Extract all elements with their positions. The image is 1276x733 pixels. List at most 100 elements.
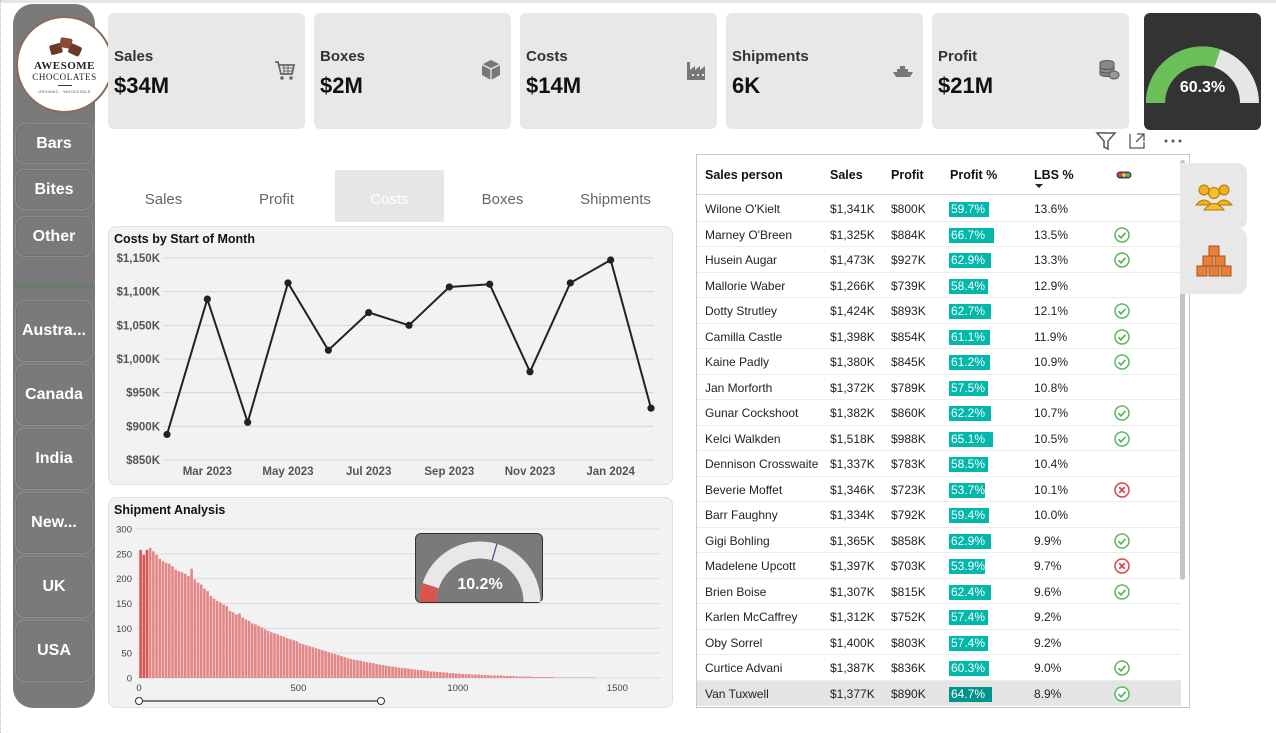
histogram-bar[interactable] (142, 554, 146, 678)
histogram-bar[interactable] (263, 629, 267, 678)
histogram-bar[interactable] (493, 675, 496, 678)
histogram-bar[interactable] (550, 677, 554, 678)
histogram-bar[interactable] (209, 596, 213, 678)
histogram-bar[interactable] (435, 672, 439, 678)
histogram-bar[interactable] (215, 601, 219, 678)
histogram-bar[interactable] (416, 670, 420, 678)
histogram-bar[interactable] (448, 673, 452, 678)
histogram-bar[interactable] (413, 669, 417, 678)
col-header-profit-pct[interactable]: Profit % (950, 168, 997, 182)
table-row[interactable]: Brien Boise $1,307K $815K 9.6% 62.4% (697, 579, 1181, 604)
histogram-bar[interactable] (403, 668, 407, 678)
histogram-bar[interactable] (199, 584, 203, 678)
boxes-view-button[interactable] (1180, 228, 1247, 294)
tab-shipments[interactable]: Shipments (561, 170, 670, 222)
histogram-bar[interactable] (432, 671, 436, 678)
histogram-bar[interactable] (219, 602, 222, 678)
histogram-bar[interactable] (451, 673, 455, 678)
histogram-bar[interactable] (168, 563, 171, 678)
tab-sales[interactable]: Sales (109, 170, 218, 222)
histogram-bar[interactable] (250, 623, 254, 678)
histogram-bar[interactable] (496, 675, 500, 678)
histogram-bar[interactable] (423, 670, 426, 678)
histogram-bar[interactable] (506, 676, 509, 678)
histogram-bar[interactable] (480, 675, 484, 678)
histogram-bar[interactable] (193, 579, 197, 678)
histogram-bar[interactable] (148, 547, 152, 678)
table-row[interactable]: Wilone O'Kielt $1,341K $800K 13.6% 59.7% (697, 196, 1181, 222)
histogram-bar[interactable] (311, 647, 315, 678)
histogram-bar[interactable] (362, 661, 366, 678)
histogram-bar[interactable] (464, 674, 468, 678)
country-usa-button[interactable]: USA (15, 620, 93, 682)
table-row[interactable]: Husein Augar $1,473K $927K 13.3% 62.9% (697, 247, 1181, 273)
table-row[interactable]: Jan Morforth $1,372K $789K 10.8% 57.5% (697, 375, 1181, 400)
table-row[interactable]: Madelene Upcott $1,397K $703K 9.7% 53.9% (697, 553, 1181, 579)
histogram-bar[interactable] (410, 669, 413, 678)
histogram-bar[interactable] (375, 664, 378, 678)
histogram-bar[interactable] (180, 572, 184, 678)
data-point[interactable] (566, 279, 574, 287)
col-header-profit[interactable]: Profit (891, 168, 924, 182)
histogram-bar[interactable] (177, 571, 181, 678)
col-header-sales-person[interactable]: Sales person (705, 168, 783, 182)
data-point[interactable] (284, 279, 292, 287)
range-slider-start-handle[interactable] (135, 697, 143, 705)
range-slider-end-handle[interactable] (377, 697, 385, 705)
histogram-bar[interactable] (343, 657, 346, 678)
country-canada-button[interactable]: Canada (15, 364, 93, 426)
histogram-bar[interactable] (282, 636, 286, 678)
col-header-lbs-pct[interactable]: LBS % (1034, 168, 1074, 182)
table-row[interactable]: Kaine Padly $1,380K $845K 10.9% 61.2% (697, 349, 1181, 375)
histogram-bar[interactable] (531, 677, 535, 678)
histogram-bar[interactable] (273, 633, 276, 678)
histogram-bar[interactable] (171, 566, 174, 678)
histogram-bar[interactable] (222, 604, 225, 678)
filter-icon[interactable] (1095, 132, 1117, 151)
histogram-bar[interactable] (515, 676, 519, 678)
histogram-bar[interactable] (346, 658, 350, 678)
table-row[interactable]: Dennison Crosswaite $1,337K $783K 10.4% 58.5… (697, 451, 1181, 477)
histogram-bar[interactable] (234, 614, 238, 678)
histogram-bar[interactable] (257, 625, 260, 678)
histogram-bar[interactable] (241, 617, 244, 678)
histogram-bar[interactable] (324, 651, 327, 678)
col-header-sales[interactable]: Sales (830, 168, 863, 182)
histogram-bar[interactable] (349, 659, 353, 678)
histogram-bar[interactable] (499, 675, 503, 678)
histogram-bar[interactable] (381, 665, 385, 678)
histogram-bar[interactable] (152, 551, 155, 678)
histogram-bar[interactable] (419, 670, 423, 678)
histogram-bar[interactable] (528, 676, 531, 678)
histogram-bar[interactable] (544, 677, 547, 678)
histogram-bar[interactable] (340, 656, 343, 678)
histogram-bar[interactable] (301, 644, 305, 678)
histogram-bar[interactable] (158, 558, 162, 678)
histogram-bar[interactable] (190, 568, 193, 678)
histogram-bar[interactable] (368, 662, 372, 678)
histogram-bar[interactable] (426, 671, 429, 678)
histogram-bar[interactable] (270, 632, 273, 678)
histogram-bar[interactable] (429, 671, 433, 678)
histogram-bar[interactable] (317, 649, 321, 678)
focus-mode-icon[interactable] (1129, 133, 1145, 149)
tab-costs[interactable]: Costs (335, 170, 444, 222)
histogram-bar[interactable] (298, 643, 302, 678)
filter-bites-button[interactable]: Bites (15, 169, 93, 210)
table-row[interactable]: Marney O'Breen $1,325K $884K 13.5% 66.7% (697, 222, 1181, 247)
data-point[interactable] (405, 321, 413, 329)
histogram-bar[interactable] (139, 549, 142, 678)
histogram-bar[interactable] (266, 630, 270, 678)
histogram-bar[interactable] (458, 673, 461, 678)
histogram-bar[interactable] (391, 666, 394, 678)
histogram-bar[interactable] (187, 576, 190, 678)
histogram-bar[interactable] (534, 677, 538, 678)
more-options-icon[interactable] (1164, 139, 1182, 143)
histogram-bar[interactable] (477, 674, 480, 678)
histogram-bar[interactable] (461, 674, 464, 678)
histogram-bar[interactable] (327, 652, 331, 678)
country-uk-button[interactable]: UK (15, 556, 93, 618)
histogram-bar[interactable] (305, 645, 308, 678)
tab-profit[interactable]: Profit (222, 170, 331, 222)
histogram-bar[interactable] (206, 591, 209, 678)
